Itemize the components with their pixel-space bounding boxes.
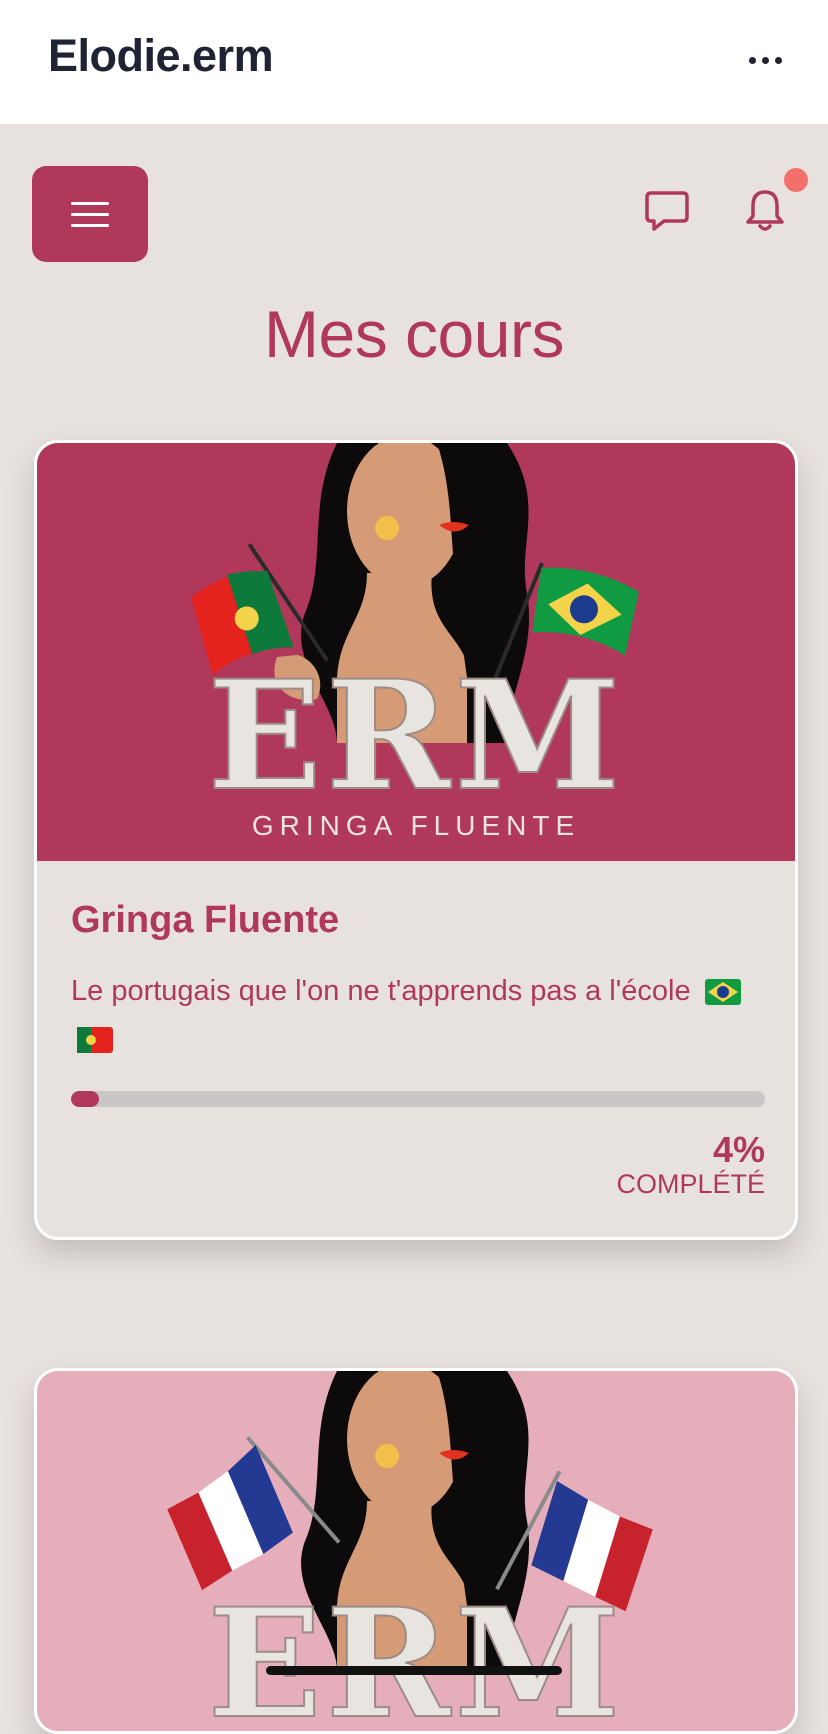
bell-icon xyxy=(746,190,784,231)
course-banner-image[interactable]: ERM xyxy=(37,1371,795,1734)
notification-badge xyxy=(784,168,808,192)
more-horizontal-icon xyxy=(748,56,756,64)
site-title[interactable]: Elodie.erm xyxy=(48,30,274,82)
home-indicator[interactable] xyxy=(266,1666,562,1675)
course-progress-bar xyxy=(71,1091,765,1107)
messages-button[interactable] xyxy=(642,186,692,236)
portugal-flag-icon xyxy=(77,1027,113,1054)
progress-status-label: COMPLÉTÉ xyxy=(616,1169,765,1199)
course-card[interactable]: ERM xyxy=(34,1368,798,1734)
menu-button[interactable] xyxy=(32,166,148,262)
top-header: Elodie.erm xyxy=(0,0,828,124)
course-progress-fill xyxy=(71,1091,99,1107)
more-horizontal-icon xyxy=(774,56,782,64)
course-description: Le portugais que l'on ne t'apprends pas … xyxy=(71,967,751,1063)
page-title: Mes cours xyxy=(264,297,564,371)
banner-subtitle: GRINGA FLUENTE xyxy=(252,810,580,841)
more-horizontal-icon xyxy=(761,56,769,64)
brazil-flag-icon xyxy=(704,979,741,1006)
course-card[interactable]: ERM GRINGA FLUENTE Gringa Fluente Le por… xyxy=(34,440,798,1240)
chat-bubble-icon xyxy=(645,191,689,231)
more-options-button[interactable] xyxy=(740,40,790,80)
progress-percentage: 4% xyxy=(712,1129,765,1170)
banner-brand: ERM xyxy=(207,1576,624,1734)
course-banner-image[interactable]: ERM GRINGA FLUENTE xyxy=(37,443,795,861)
notifications-button[interactable] xyxy=(740,186,790,236)
course-title[interactable]: Gringa Fluente xyxy=(71,899,339,942)
course-description-text: Le portugais que l'on ne t'apprends pas … xyxy=(71,975,691,1007)
banner-brand: ERM xyxy=(207,648,624,824)
